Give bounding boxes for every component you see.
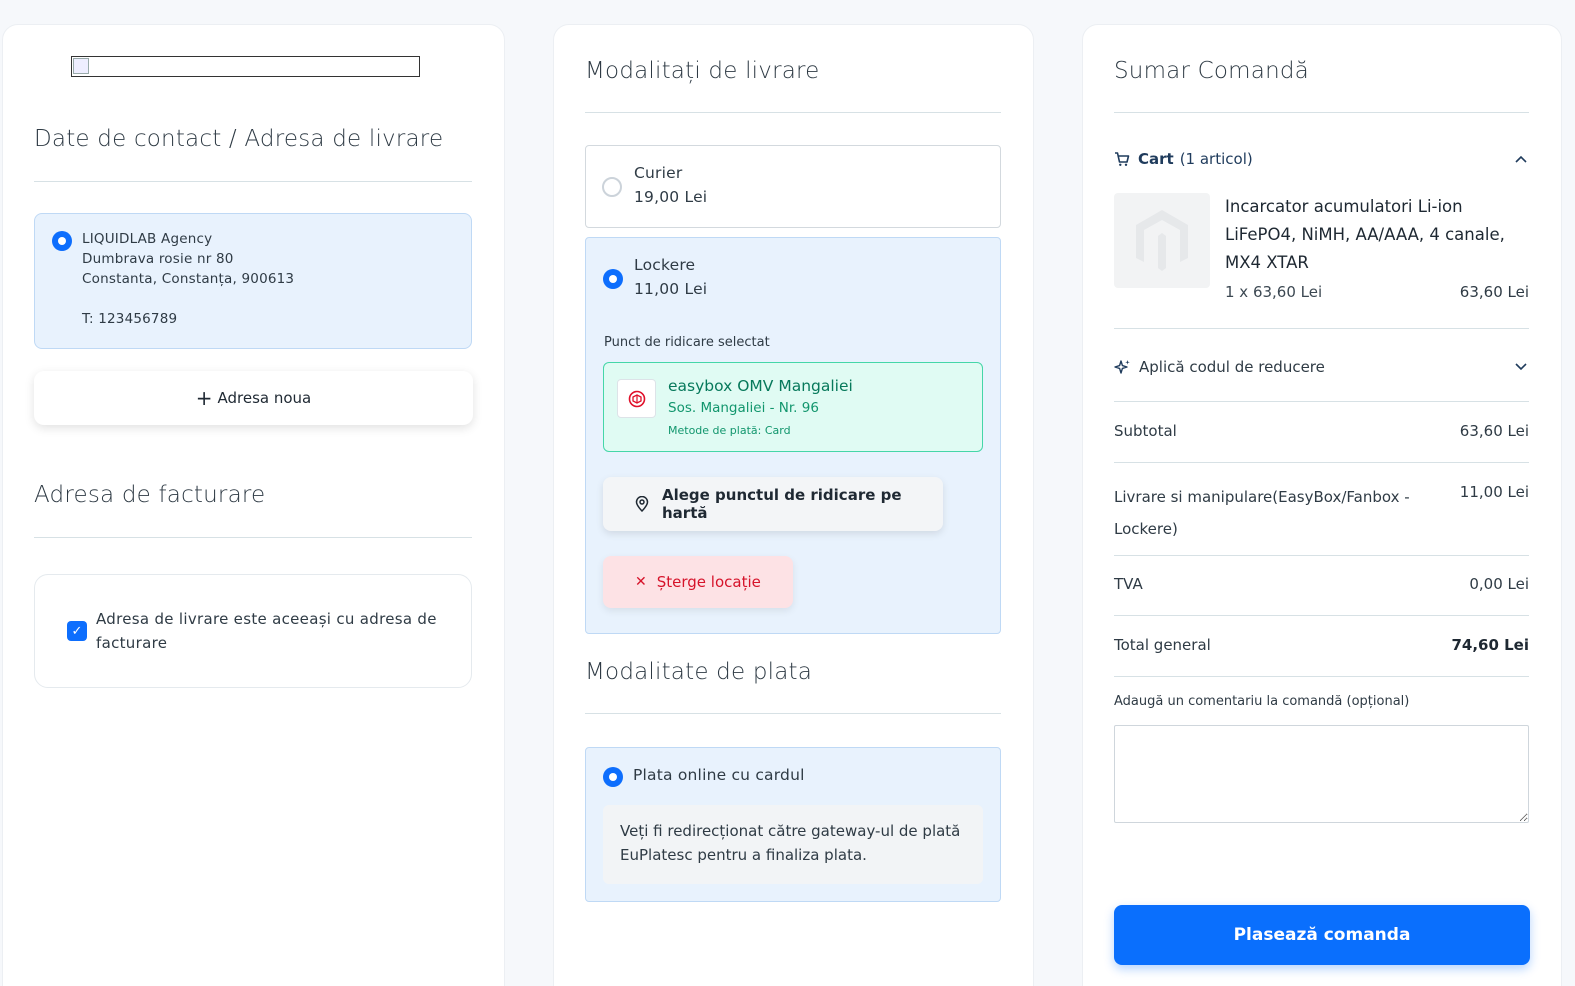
shipping-panel: Modalitați de livrare Curier 19,00 Lei L… bbox=[553, 24, 1034, 986]
payment-option-label: Plata online cu cardul bbox=[633, 766, 805, 784]
payment-radio[interactable] bbox=[603, 767, 623, 787]
summary-row-label: TVA bbox=[1114, 575, 1143, 593]
easybox-logo-icon bbox=[617, 379, 656, 418]
pickup-label: Punct de ridicare selectat bbox=[604, 335, 770, 350]
address-street: Dumbrava rosie nr 80 bbox=[82, 251, 234, 267]
pickup-name: easybox OMV Mangaliei bbox=[668, 377, 853, 395]
shipping-option-lockere[interactable]: Lockere 11,00 Lei Punct de ridicare sele… bbox=[585, 237, 1001, 634]
payment-title: Modalitate de plata bbox=[585, 659, 813, 685]
payment-note: Veți fi redirecționat către gateway-ul d… bbox=[603, 805, 983, 884]
shipping-option-label: Curier bbox=[634, 164, 683, 182]
summary-row-label: Livrare si manipulare(EasyBox/Fanbox - L… bbox=[1114, 488, 1410, 538]
same-address-checkbox[interactable]: ✓ bbox=[67, 621, 87, 641]
divider bbox=[585, 713, 1001, 714]
divider bbox=[34, 537, 472, 538]
cart-toggle[interactable]: Cart (1 articol) bbox=[1114, 147, 1529, 171]
lockere-radio[interactable] bbox=[603, 269, 623, 289]
address-radio[interactable] bbox=[52, 231, 72, 251]
divider bbox=[34, 181, 472, 182]
divider bbox=[1114, 112, 1529, 113]
comment-label: Adaugă un comentariu la comandă (opționa… bbox=[1114, 694, 1410, 709]
product-qty-price: 1 x 63,60 Lei bbox=[1225, 283, 1323, 301]
contact-panel: Date de contact / Adresa de livrare LIQU… bbox=[2, 24, 505, 986]
summary-row-label: Subtotal bbox=[1114, 422, 1177, 440]
summary-row-value: 0,00 Lei bbox=[1469, 575, 1529, 593]
cart-icon bbox=[1114, 151, 1130, 167]
product-thumbnail bbox=[1114, 193, 1210, 288]
shipping-option-label: Lockere bbox=[634, 256, 696, 274]
place-order-button[interactable]: Plasează comanda bbox=[1114, 905, 1530, 965]
same-address-label[interactable]: Adresa de livrare este aceeași cu adresa… bbox=[96, 607, 446, 655]
divider bbox=[1114, 401, 1529, 402]
comment-textarea[interactable] bbox=[1114, 725, 1529, 823]
summary-panel: Sumar Comandă Cart (1 articol) Incarcato… bbox=[1082, 24, 1562, 986]
new-address-button[interactable]: + Adresa noua bbox=[34, 371, 473, 425]
logo-image bbox=[71, 56, 420, 77]
grand-total-value: 74,60 Lei bbox=[1451, 636, 1529, 654]
discount-toggle[interactable]: Aplică codul de reducere bbox=[1114, 355, 1529, 379]
choose-on-map-button[interactable]: Alege punctul de ridicare pe hartă bbox=[603, 477, 943, 531]
map-button-label: Alege punctul de ridicare pe hartă bbox=[662, 486, 902, 522]
divider bbox=[1114, 555, 1529, 556]
product-name[interactable]: Incarcator acumulatori Li-ion LiFePO4, N… bbox=[1225, 193, 1530, 277]
divider bbox=[1114, 462, 1529, 463]
divider bbox=[1114, 615, 1529, 616]
address-card[interactable]: LIQUIDLAB Agency Dumbrava rosie nr 80 Co… bbox=[34, 213, 472, 349]
billing-title: Adresa de facturare bbox=[34, 482, 266, 508]
delete-button-label: Șterge locație bbox=[656, 573, 761, 591]
cart-count: (1 articol) bbox=[1179, 150, 1253, 168]
summary-row-value: 63,60 Lei bbox=[1459, 422, 1529, 440]
contact-title: Date de contact / Adresa de livrare bbox=[34, 126, 444, 152]
sparkle-icon bbox=[1114, 359, 1131, 376]
divider bbox=[1114, 676, 1529, 677]
summary-row-value: 11,00 Lei bbox=[1459, 483, 1529, 501]
pickup-payment-methods: Metode de plată: Card bbox=[668, 424, 791, 437]
map-pin-icon bbox=[635, 496, 649, 512]
address-name: LIQUIDLAB Agency bbox=[82, 231, 213, 247]
discount-label: Aplică codul de reducere bbox=[1139, 358, 1325, 376]
shipping-option-price: 11,00 Lei bbox=[634, 280, 708, 298]
pickup-point-card: easybox OMV Mangaliei Sos. Mangaliei - N… bbox=[603, 362, 983, 452]
curier-radio[interactable] bbox=[602, 177, 622, 197]
grand-total-label: Total general bbox=[1114, 636, 1211, 654]
divider bbox=[1114, 328, 1529, 329]
shipping-option-curier[interactable]: Curier 19,00 Lei bbox=[585, 145, 1001, 228]
chevron-up-icon bbox=[1515, 155, 1527, 163]
close-icon: ✕ bbox=[635, 574, 647, 590]
product-total: 63,60 Lei bbox=[1459, 283, 1529, 301]
shipping-option-price: 19,00 Lei bbox=[634, 188, 708, 206]
address-city: Constanta, Constanța, 900613 bbox=[82, 271, 295, 287]
delete-location-button[interactable]: ✕ Șterge locație bbox=[603, 556, 793, 608]
divider bbox=[585, 112, 1001, 113]
new-address-label: Adresa noua bbox=[217, 389, 312, 407]
payment-option-card[interactable]: Plata online cu cardul Veți fi redirecți… bbox=[585, 747, 1001, 902]
address-phone: T: 123456789 bbox=[82, 311, 178, 327]
plus-icon: + bbox=[195, 386, 213, 410]
billing-card: ✓ Adresa de livrare este aceeași cu adre… bbox=[34, 574, 472, 688]
cart-label: Cart bbox=[1138, 150, 1174, 168]
pickup-address: Sos. Mangaliei - Nr. 96 bbox=[668, 400, 819, 416]
summary-title: Sumar Comandă bbox=[1114, 58, 1309, 84]
shipping-title: Modalitați de livrare bbox=[585, 58, 820, 84]
chevron-down-icon bbox=[1515, 363, 1527, 371]
